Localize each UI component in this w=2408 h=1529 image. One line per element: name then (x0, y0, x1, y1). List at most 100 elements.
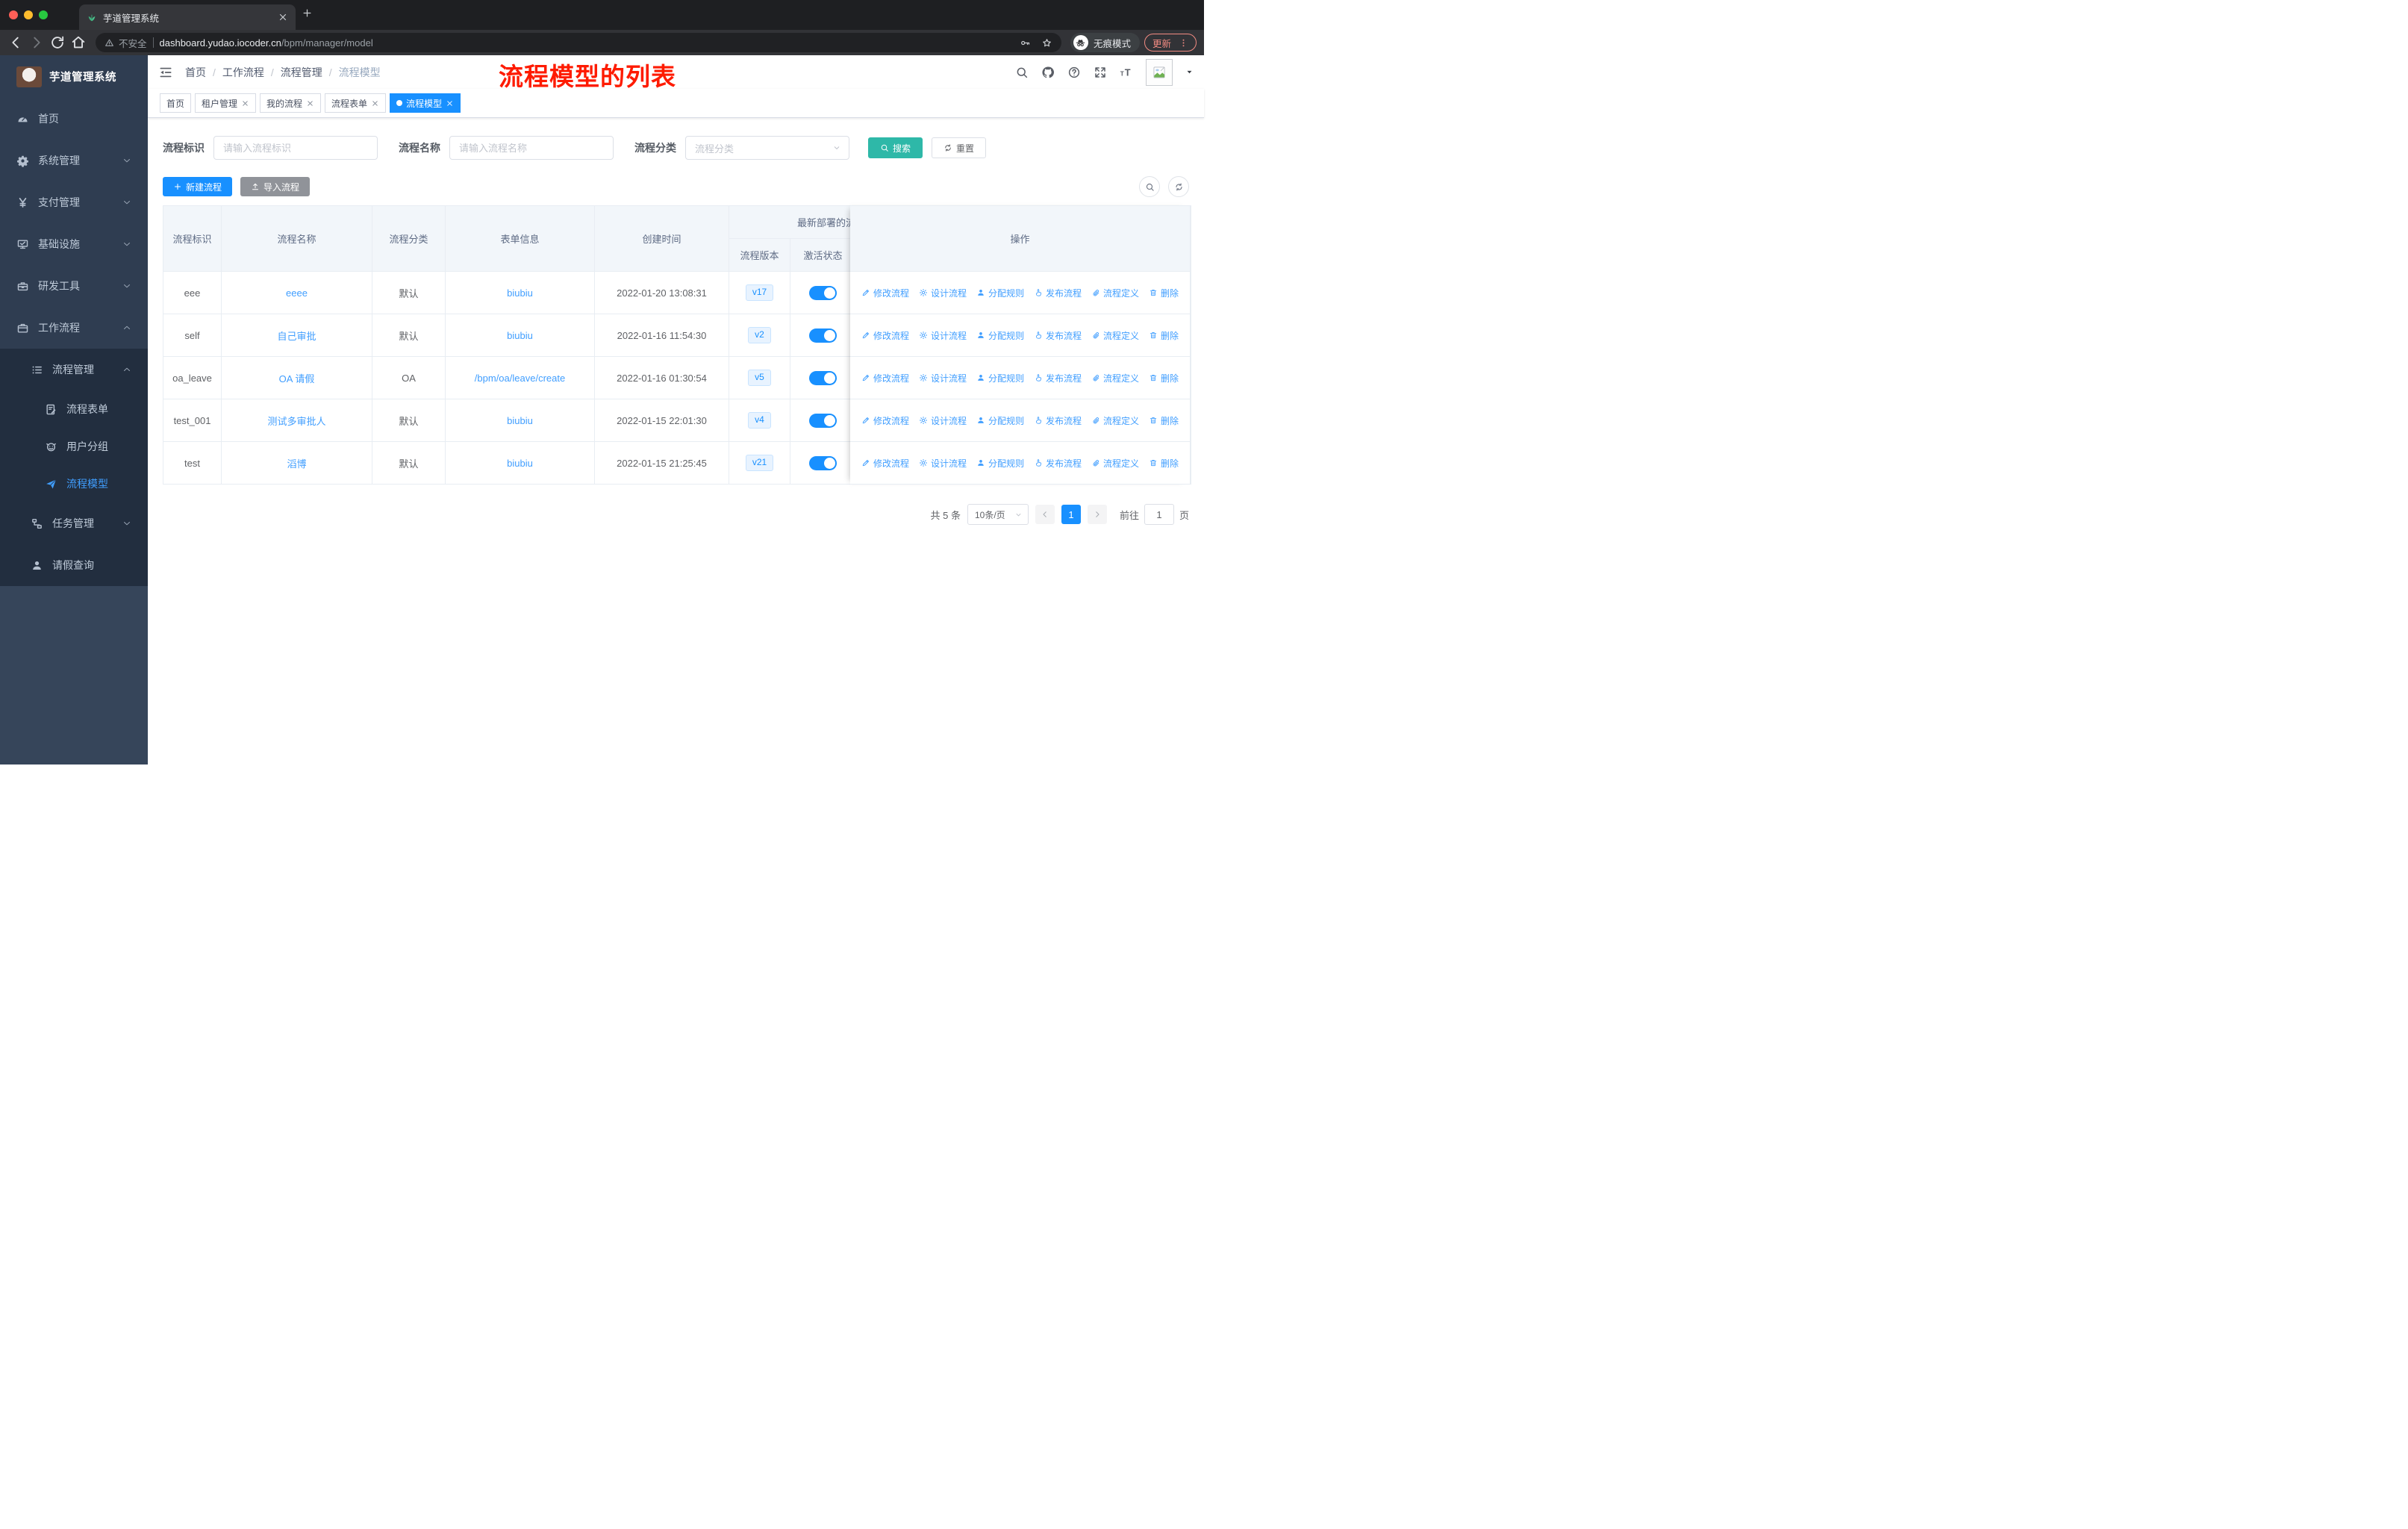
process-name-link[interactable]: 自己审批 (277, 331, 316, 342)
sidebar-item-任务管理[interactable]: 任务管理 (0, 502, 148, 544)
op-发布流程-link[interactable]: 发布流程 (1034, 329, 1082, 342)
back-button[interactable] (7, 34, 24, 51)
form-info-link[interactable]: biubiu (507, 287, 533, 299)
sidebar-item-系统管理[interactable]: 系统管理 (0, 140, 148, 181)
security-chip[interactable]: 不安全 (105, 36, 147, 50)
op-分配规则-link[interactable]: 分配规则 (976, 457, 1024, 470)
op-流程定义-link[interactable]: 流程定义 (1091, 457, 1139, 470)
active-status-toggle[interactable] (809, 413, 837, 428)
tag-view-tab-流程表单[interactable]: 流程表单 (325, 93, 387, 113)
sidebar-fold-icon[interactable] (158, 65, 173, 80)
create-process-button[interactable]: 新建流程 (163, 177, 233, 196)
tab-close-icon[interactable] (278, 12, 288, 22)
tag-view-tab-首页[interactable]: 首页 (160, 93, 192, 113)
next-page-button[interactable] (1087, 505, 1107, 524)
op-分配规则-link[interactable]: 分配规则 (976, 414, 1024, 427)
new-tab-button[interactable] (302, 7, 321, 27)
minimize-window-button[interactable] (24, 10, 33, 19)
fullscreen-icon[interactable] (1094, 66, 1107, 79)
op-分配规则-link[interactable]: 分配规则 (976, 372, 1024, 384)
user-avatar[interactable] (1146, 58, 1173, 86)
prev-page-button[interactable] (1035, 505, 1055, 524)
process-name-link[interactable]: 滔博 (287, 458, 306, 470)
sidebar-item-研发工具[interactable]: 研发工具 (0, 265, 148, 307)
op-设计流程-link[interactable]: 设计流程 (919, 414, 967, 427)
active-status-toggle[interactable] (809, 455, 837, 470)
form-info-link[interactable]: biubiu (507, 458, 533, 469)
category-select[interactable]: 流程分类 (685, 136, 849, 160)
op-分配规则-link[interactable]: 分配规则 (976, 329, 1024, 342)
process-name-link[interactable]: 测试多审批人 (267, 416, 325, 427)
op-删除-link[interactable]: 删除 (1149, 414, 1179, 427)
op-发布流程-link[interactable]: 发布流程 (1034, 457, 1082, 470)
address-bar[interactable]: 不安全 dashboard.yudao.iocoder.cn/bpm/manag… (96, 33, 1061, 52)
search-icon[interactable] (1015, 66, 1029, 79)
sidebar-item-流程模型[interactable]: 流程模型 (0, 465, 148, 502)
sidebar-item-用户分组[interactable]: 用户分组 (0, 428, 148, 465)
sidebar-item-流程管理[interactable]: 流程管理 (0, 349, 148, 390)
goto-page-input[interactable] (1144, 504, 1174, 525)
op-修改流程-link[interactable]: 修改流程 (861, 372, 909, 384)
font-size-icon[interactable]: TT (1120, 66, 1133, 79)
sidebar-item-请假查询[interactable]: 请假查询 (0, 544, 148, 586)
op-删除-link[interactable]: 删除 (1149, 329, 1179, 342)
github-icon[interactable] (1041, 66, 1055, 79)
active-status-toggle[interactable] (809, 370, 837, 385)
tab-close-icon[interactable] (306, 99, 314, 108)
active-status-toggle[interactable] (809, 328, 837, 343)
op-删除-link[interactable]: 删除 (1149, 457, 1179, 470)
password-key-icon[interactable] (1020, 37, 1031, 49)
maximize-window-button[interactable] (39, 10, 48, 19)
tag-view-tab-我的流程[interactable]: 我的流程 (260, 93, 322, 113)
op-发布流程-link[interactable]: 发布流程 (1034, 414, 1082, 427)
tag-view-tab-流程模型[interactable]: 流程模型 (390, 93, 461, 113)
sidebar-item-基础设施[interactable]: 基础设施 (0, 223, 148, 265)
op-设计流程-link[interactable]: 设计流程 (919, 329, 967, 342)
op-设计流程-link[interactable]: 设计流程 (919, 372, 967, 384)
sidebar-item-工作流程[interactable]: 工作流程 (0, 307, 148, 349)
op-分配规则-link[interactable]: 分配规则 (976, 287, 1024, 299)
reset-button[interactable]: 重置 (932, 137, 987, 158)
browser-tab[interactable]: 芋道管理系统 (79, 4, 296, 30)
form-info-link[interactable]: biubiu (507, 415, 533, 426)
page-size-select[interactable]: 10条/页 (967, 504, 1029, 525)
tag-view-tab-租户管理[interactable]: 租户管理 (195, 93, 257, 113)
form-info-link[interactable]: biubiu (507, 330, 533, 341)
op-修改流程-link[interactable]: 修改流程 (861, 414, 909, 427)
process-name-link[interactable]: eeee (286, 287, 308, 299)
sidebar-logo-row[interactable]: 芋道管理系统 (0, 55, 148, 98)
op-修改流程-link[interactable]: 修改流程 (861, 457, 909, 470)
op-设计流程-link[interactable]: 设计流程 (919, 287, 967, 299)
refresh-table-button[interactable] (1168, 176, 1189, 197)
user-menu-caret-icon[interactable] (1185, 68, 1194, 76)
reload-button[interactable] (49, 34, 66, 51)
forward-button[interactable] (28, 34, 45, 51)
op-流程定义-link[interactable]: 流程定义 (1091, 287, 1139, 299)
tab-close-icon[interactable] (371, 99, 379, 108)
process-name-link[interactable]: OA 请假 (279, 373, 315, 384)
page-number-button[interactable]: 1 (1061, 505, 1081, 524)
op-删除-link[interactable]: 删除 (1149, 287, 1179, 299)
breadcrumb-item-流程管理[interactable]: 流程管理 (281, 65, 322, 80)
process-name-input[interactable] (449, 136, 614, 160)
home-button[interactable] (70, 34, 87, 51)
help-icon[interactable] (1067, 66, 1081, 79)
close-window-button[interactable] (9, 10, 18, 19)
op-流程定义-link[interactable]: 流程定义 (1091, 329, 1139, 342)
process-key-input[interactable] (213, 136, 378, 160)
active-status-toggle[interactable] (809, 285, 837, 300)
sidebar-item-首页[interactable]: 首页 (0, 98, 148, 140)
op-修改流程-link[interactable]: 修改流程 (861, 287, 909, 299)
sidebar-item-支付管理[interactable]: 支付管理 (0, 181, 148, 223)
browser-menu-dots-icon[interactable] (1179, 38, 1188, 48)
breadcrumb-item-工作流程[interactable]: 工作流程 (222, 65, 264, 80)
bookmark-star-icon[interactable] (1041, 37, 1052, 49)
search-button[interactable]: 搜索 (868, 137, 923, 158)
breadcrumb-item-首页[interactable]: 首页 (185, 65, 206, 80)
import-process-button[interactable]: 导入流程 (240, 177, 311, 196)
op-发布流程-link[interactable]: 发布流程 (1034, 287, 1082, 299)
tab-close-icon[interactable] (241, 99, 249, 108)
op-流程定义-link[interactable]: 流程定义 (1091, 414, 1139, 427)
toggle-search-button[interactable] (1139, 176, 1160, 197)
op-发布流程-link[interactable]: 发布流程 (1034, 372, 1082, 384)
